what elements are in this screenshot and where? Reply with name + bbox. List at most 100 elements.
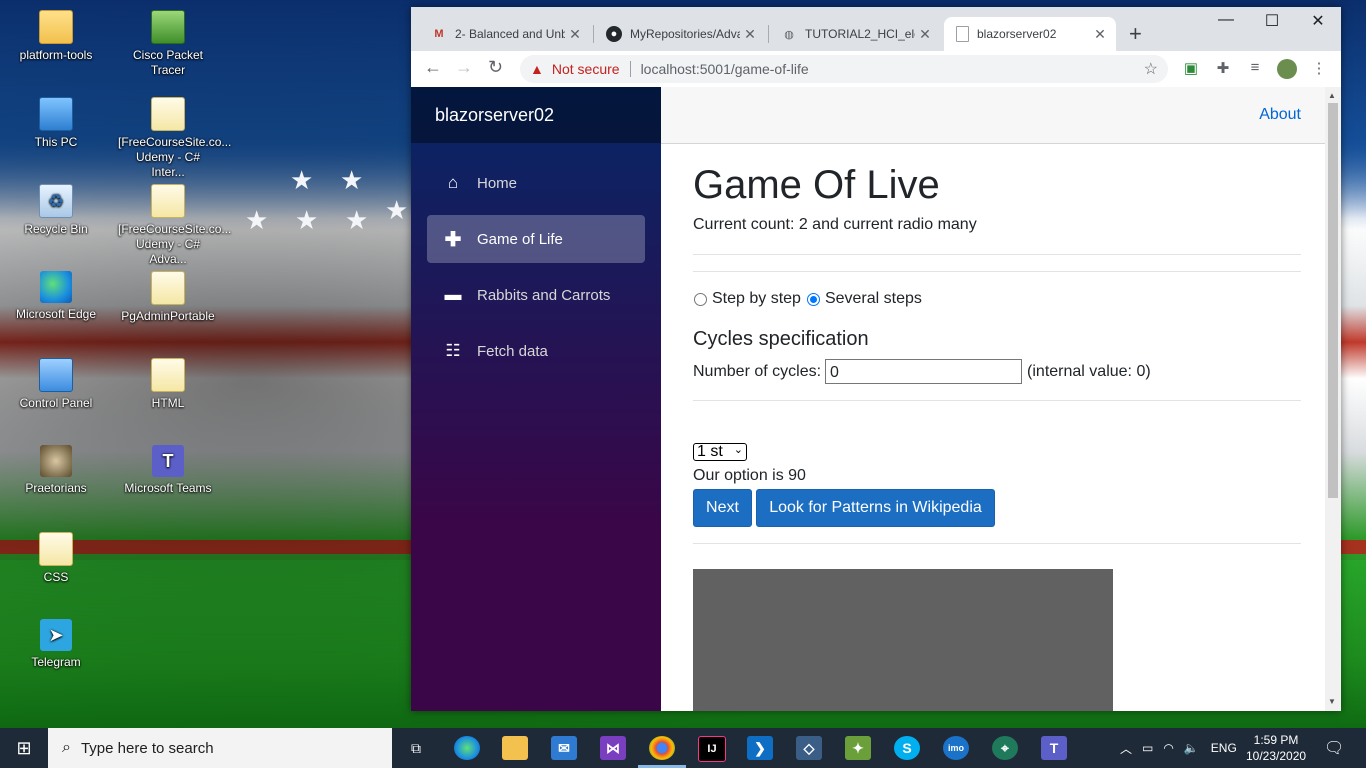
desktop-icon-telegram[interactable]: ➤ Telegram	[6, 619, 106, 670]
task-view-icon[interactable]: ⧉	[403, 736, 429, 760]
github-icon: ●	[606, 26, 622, 42]
bookmark-star-icon[interactable]: ☆	[1144, 59, 1158, 79]
mail-icon[interactable]: ✉	[551, 736, 577, 760]
windows-start-icon[interactable]: ⊞	[0, 728, 48, 768]
list-icon: ☷	[445, 341, 461, 360]
chevron-up-icon[interactable]: ︿	[1120, 740, 1132, 757]
back-icon[interactable]: ←	[424, 57, 442, 78]
nav-label: Home	[477, 174, 518, 192]
wifi-icon[interactable]: ◠	[1163, 741, 1173, 755]
visual-studio-icon[interactable]: ⋈	[600, 736, 626, 760]
tab-blazorserver[interactable]: blazorserver02 ✕	[944, 17, 1116, 51]
clock-time: 1:59 PM	[1253, 733, 1299, 747]
desktop-icon-label: HTML	[151, 396, 185, 410]
jetbrains-icon[interactable]: IJ	[698, 736, 726, 762]
desktop-icon-recycle-bin[interactable]: ♻ Recycle Bin	[6, 184, 106, 237]
reload-icon[interactable]: ↻	[488, 57, 503, 78]
chrome-icon[interactable]	[649, 736, 675, 760]
close-tab-icon[interactable]: ✕	[565, 26, 585, 43]
desktop-icon-platform-tools[interactable]: platform-tools	[6, 10, 106, 63]
notifications-icon[interactable]: 🗨	[1324, 728, 1344, 768]
scroll-thumb[interactable]	[1328, 103, 1338, 498]
radio-several-steps[interactable]	[806, 292, 820, 306]
patterns-button[interactable]: Look for Patterns in Wikipedia	[756, 489, 995, 527]
avatar[interactable]	[1277, 59, 1297, 79]
computer-icon	[39, 97, 73, 131]
desktop-icon-course-1[interactable]: [FreeCourseSite.co... Udemy - C# Inter..…	[118, 97, 231, 180]
menu-icon[interactable]: ⋮	[1309, 59, 1329, 79]
folder-icon	[151, 271, 185, 305]
taskbar-search[interactable]: ⌕ Type here to search	[48, 728, 392, 768]
packet-tracer-icon[interactable]: ✦	[845, 736, 871, 760]
extension-icon[interactable]: ▣	[1181, 59, 1201, 79]
minimize-icon[interactable]: —	[1203, 11, 1249, 29]
cycles-label: Number of cycles:	[693, 362, 822, 380]
desktop-icon-html[interactable]: HTML	[118, 358, 218, 411]
battery-icon[interactable]: ▭	[1142, 741, 1153, 755]
radio-step-by-step[interactable]	[694, 292, 707, 306]
cycles-input[interactable]: 0	[825, 359, 1023, 384]
file-explorer-icon[interactable]	[502, 736, 528, 760]
desktop-icon-label: Praetorians	[25, 481, 87, 495]
desktop-icon-cisco[interactable]: Cisco Packet Tracer	[118, 10, 218, 78]
game-grid-canvas[interactable]	[693, 569, 1113, 711]
nav-item-game-of-life[interactable]: ✚ Game of Life	[427, 215, 645, 263]
maximize-icon[interactable]: ☐	[1249, 11, 1295, 31]
teams-icon[interactable]: T	[1041, 736, 1067, 760]
desktop-icon-edge[interactable]: Microsoft Edge	[6, 271, 106, 322]
scroll-down-icon[interactable]: ▼	[1328, 697, 1336, 706]
desktop-icon-control-panel[interactable]: Control Panel	[6, 358, 106, 411]
cisco-icon	[151, 10, 185, 44]
desktop-icon-label: Cisco Packet Tracer	[132, 48, 204, 77]
desktop-icon-this-pc[interactable]: This PC	[6, 97, 106, 150]
skype-icon[interactable]: S	[894, 736, 920, 760]
desktop-icon-teams[interactable]: T Microsoft Teams	[118, 445, 218, 496]
home-icon: ⌂	[447, 173, 459, 192]
tab-label: MyRepositories/Adva	[630, 27, 740, 41]
forward-icon[interactable]: →	[455, 57, 473, 78]
globe-icon: ◍	[784, 28, 794, 41]
next-button[interactable]: Next	[693, 489, 752, 527]
tab-github[interactable]: ● MyRepositories/Adva ✕	[594, 17, 766, 51]
clock[interactable]: 1:59 PM 10/23/2020	[1246, 732, 1306, 764]
folder-icon	[39, 10, 73, 44]
ordinal-select[interactable]: 1 st ⌄	[693, 443, 747, 461]
language-indicator[interactable]: ENG	[1211, 741, 1237, 755]
close-tab-icon[interactable]: ✕	[915, 26, 935, 43]
imo-icon[interactable]: imo	[943, 736, 969, 760]
page-scrollbar[interactable]: ▲ ▼	[1325, 87, 1341, 711]
nav-item-fetch-data[interactable]: ☷ Fetch data	[427, 327, 645, 375]
brand-title[interactable]: blazorserver02	[411, 87, 661, 143]
divider	[693, 543, 1301, 544]
sidebar: blazorserver02 ⌂ Home ✚ Game of Life ▬ R…	[411, 87, 661, 711]
scroll-up-icon[interactable]: ▲	[1328, 91, 1336, 100]
new-tab-button[interactable]: +	[1129, 21, 1142, 47]
map-pin-icon[interactable]: ⌖	[992, 736, 1018, 760]
nav-item-home[interactable]: ⌂ Home	[427, 159, 645, 207]
desktop-icon-label: Microsoft Edge	[15, 307, 97, 321]
close-window-icon[interactable]: ✕	[1295, 11, 1341, 31]
tab-tutorial[interactable]: ◍ TUTORIAL2_HCI_elem ✕	[769, 17, 941, 51]
address-bar[interactable]: ▲ Not secure localhost:5001/game-of-life…	[520, 55, 1168, 83]
close-tab-icon[interactable]: ✕	[1090, 26, 1110, 43]
tab-balanced[interactable]: M 2- Balanced and Unb ✕	[419, 17, 591, 51]
desktop-icon-course-2[interactable]: [FreeCourseSite.co... Udemy - C# Adva...	[118, 184, 231, 267]
vscode-icon[interactable]: ❯	[747, 736, 773, 760]
main-content: About Game Of Live Current count: 2 and …	[661, 87, 1325, 711]
desktop-icon-praetorians[interactable]: Praetorians	[6, 445, 106, 496]
close-tab-icon[interactable]: ✕	[740, 26, 760, 43]
edge-icon[interactable]	[454, 736, 480, 760]
desktop-icon-pgadmin[interactable]: PgAdminPortable	[118, 271, 218, 324]
about-link[interactable]: About	[1259, 106, 1301, 124]
sql-tool-icon[interactable]: ◇	[796, 736, 822, 760]
url-text[interactable]: localhost:5001/game-of-life	[641, 61, 809, 77]
desktop-icon-css[interactable]: CSS	[6, 532, 106, 585]
puzzle-icon[interactable]: ✚	[1213, 59, 1233, 79]
desktop-icon-label: Telegram	[31, 655, 81, 669]
wallpaper-star: ★	[345, 205, 369, 235]
desktop-icon-label: CSS	[43, 570, 69, 584]
nav-item-rabbits[interactable]: ▬ Rabbits and Carrots	[427, 271, 645, 319]
media-icon[interactable]: ≡	[1245, 59, 1265, 79]
volume-icon[interactable]: 🔈	[1184, 741, 1199, 755]
security-label[interactable]: Not secure	[552, 61, 620, 77]
